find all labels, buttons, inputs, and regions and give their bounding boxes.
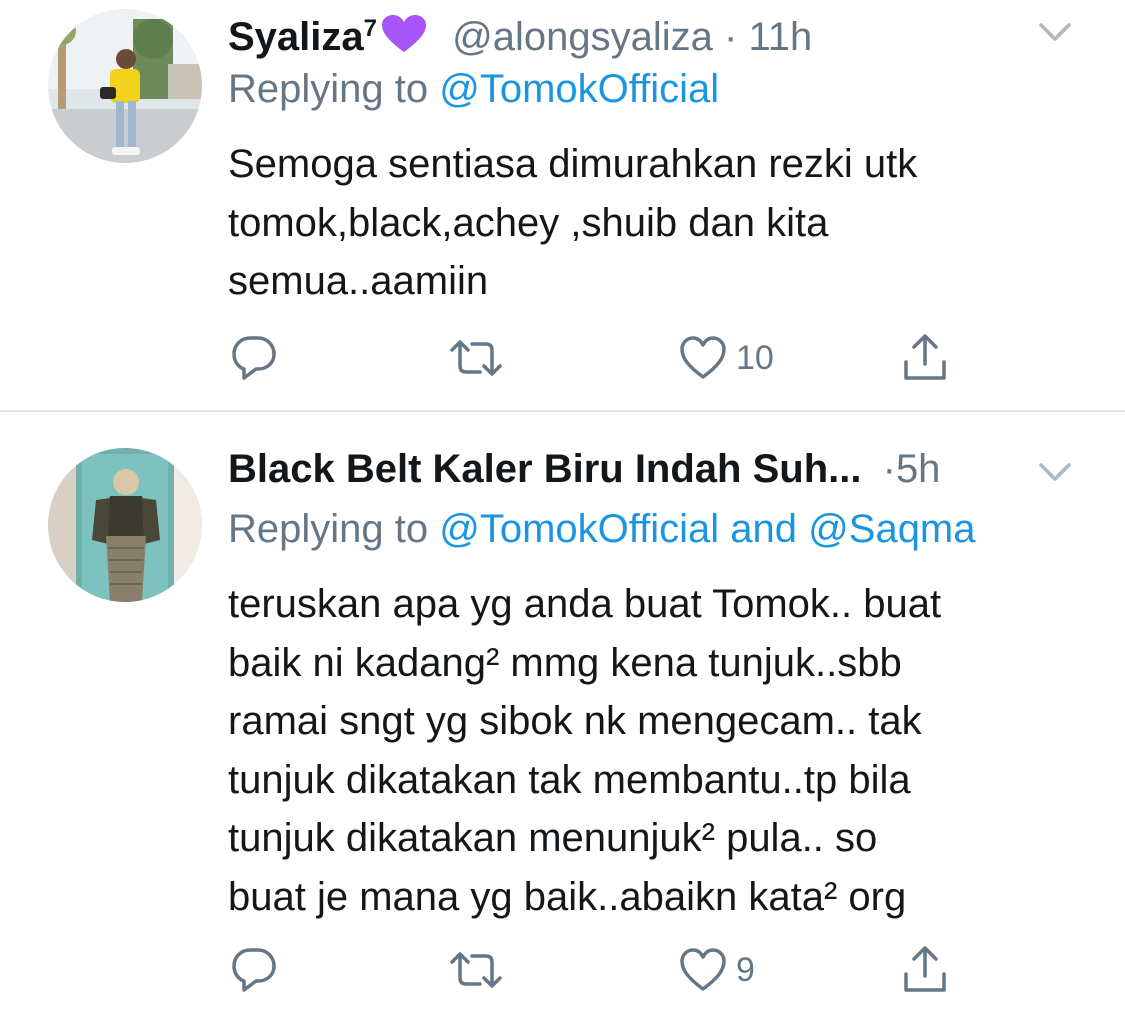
- share-icon: [900, 332, 950, 384]
- separator-dot: ·: [882, 447, 896, 491]
- share-button[interactable]: [900, 330, 950, 386]
- tweet[interactable]: Syaliza7 @alongsyaliza · 11h Replying to…: [0, 0, 1125, 411]
- retweet-icon: [448, 944, 504, 996]
- timestamp[interactable]: 11h: [748, 15, 812, 59]
- tweet-text: Semoga sentiasa dimurahkan rezki utk tom…: [228, 142, 918, 303]
- replying-to: Replying to @TomokOfficial: [228, 64, 1085, 114]
- user-handle[interactable]: @alongsyaliza: [452, 15, 713, 59]
- mention-link[interactable]: @Saqma: [808, 507, 975, 551]
- name-superscript: 7: [363, 15, 378, 42]
- mention-link[interactable]: @TomokOfficial: [439, 67, 719, 111]
- separator-dot: ·: [724, 15, 738, 59]
- replying-to-joiner: and: [719, 507, 809, 551]
- reply-icon: [228, 332, 280, 384]
- reply-button[interactable]: [228, 330, 280, 386]
- avatar[interactable]: [48, 9, 202, 163]
- retweet-icon: [448, 332, 504, 384]
- tweet-actions: 9: [228, 942, 988, 998]
- like-button[interactable]: 10: [678, 330, 774, 386]
- purple-heart-emoji-icon: [381, 14, 427, 54]
- tweet-header: Black Belt Kaler Biru Indah Suh... ·5h: [228, 444, 1075, 494]
- heart-icon: [678, 333, 728, 383]
- display-name[interactable]: Black Belt Kaler Biru Indah Suh...: [228, 447, 861, 491]
- reply-icon: [228, 944, 280, 996]
- chevron-down-icon[interactable]: [1035, 452, 1075, 492]
- chevron-down-icon[interactable]: [1035, 12, 1075, 52]
- avatar[interactable]: [48, 448, 202, 602]
- reply-button[interactable]: [228, 942, 280, 998]
- like-count: 9: [736, 950, 755, 989]
- like-count: 10: [736, 338, 774, 377]
- retweet-button[interactable]: [448, 330, 504, 386]
- like-button[interactable]: 9: [678, 942, 755, 998]
- replying-to-prefix: Replying to: [228, 67, 440, 111]
- display-name[interactable]: Syaliza: [228, 15, 364, 59]
- mention-link[interactable]: @TomokOfficial: [439, 507, 719, 551]
- heart-icon: [678, 945, 728, 995]
- tweet[interactable]: Black Belt Kaler Biru Indah Suh... ·5h R…: [0, 412, 1125, 1019]
- share-button[interactable]: [900, 942, 950, 998]
- replying-to: Replying to @TomokOfficial and @Saqma: [228, 504, 1085, 554]
- tweet-header: Syaliza7 @alongsyaliza · 11h: [228, 4, 1075, 59]
- replying-to-prefix: Replying to: [228, 507, 440, 551]
- share-icon: [900, 944, 950, 996]
- tweet-text: teruskan apa yg anda buat Tomok.. buat b…: [228, 582, 942, 919]
- tweet-actions: 10: [228, 330, 988, 386]
- retweet-button[interactable]: [448, 942, 504, 998]
- timestamp[interactable]: 5h: [896, 447, 941, 491]
